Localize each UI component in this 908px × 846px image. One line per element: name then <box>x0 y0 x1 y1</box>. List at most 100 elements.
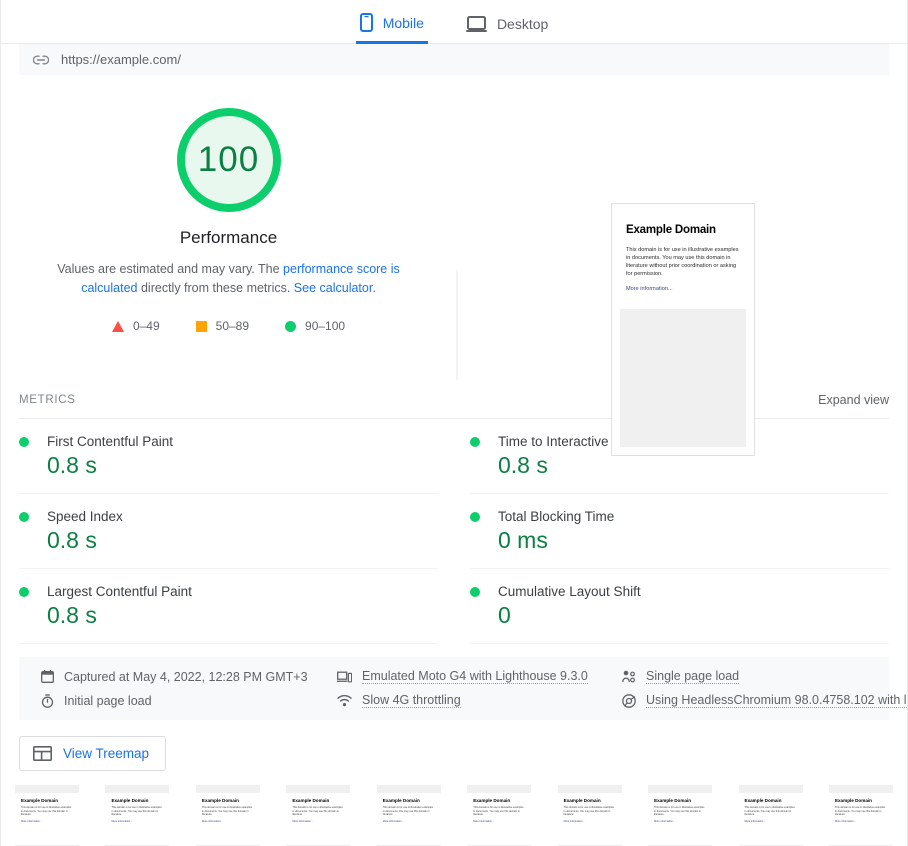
preview-link: More information... <box>626 286 673 292</box>
url-bar[interactable]: https://example.com/ <box>19 44 889 75</box>
tab-mobile[interactable]: Mobile <box>355 13 428 44</box>
filmstrip: Example Domain This domain is for use in … <box>1 785 907 846</box>
meta-emulated-device[interactable]: Emulated Moto G4 with Lighthouse 9.3.0 <box>337 669 622 684</box>
metric-value: 0 <box>498 602 511 628</box>
metric-total-blocking-time[interactable]: Total Blocking Time 0 ms <box>470 494 889 569</box>
filmstrip-frame-link: More information... <box>292 819 314 823</box>
filmstrip-frame-heading: Example Domain <box>292 798 330 803</box>
filmstrip-frame-link: More information... <box>21 819 42 823</box>
view-treemap-label: View Treemap <box>63 746 150 761</box>
filmstrip-frame: Example Domain This domain is for use in … <box>648 785 713 846</box>
score-section: 100 Performance Values are estimated and… <box>1 75 907 456</box>
filmstrip-frame: Example Domain This domain is for use in … <box>15 785 79 846</box>
legend-label-average: 50–89 <box>215 319 250 333</box>
metric-name: First Contentful Paint <box>47 434 174 449</box>
filmstrip-frame-card: Example Domain This domain is for use in … <box>105 793 170 845</box>
expand-view-toggle[interactable]: Expand view <box>818 393 889 407</box>
filmstrip-frame-heading: Example Domain <box>382 798 420 803</box>
filmstrip-frame-body: This domain is for use in illustrative e… <box>563 806 614 817</box>
score-description-part2: directly from these metrics. <box>137 281 294 295</box>
metric-first-contentful-paint[interactable]: First Contentful Paint 0.8 s <box>19 419 438 494</box>
metrics-header: METRICS Expand view <box>19 393 889 419</box>
preview-body: This domain is for use in illustrative e… <box>626 247 739 277</box>
filmstrip-frame-card: Example Domain This domain is for use in … <box>15 793 79 845</box>
filmstrip-frame-link: More information... <box>111 819 133 823</box>
filmstrip-frame: Example Domain This domain is for use in … <box>195 785 260 846</box>
metric-speed-index[interactable]: Speed Index 0.8 s <box>19 494 438 569</box>
metric-name: Speed Index <box>47 509 123 524</box>
filmstrip-frame: Example Domain This domain is for use in … <box>467 785 532 846</box>
tab-mobile-label: Mobile <box>382 14 424 31</box>
score-description: Values are estimated and may vary. The p… <box>40 260 418 298</box>
url-text: https://example.com/ <box>61 52 181 67</box>
meta-page-load-type[interactable]: Single page load <box>622 669 907 684</box>
legend-label-fail: 0–49 <box>132 319 160 333</box>
metrics-grid: First Contentful Paint 0.8 s Time to Int… <box>19 419 889 644</box>
filmstrip-frame-body: This domain is for use in illustrative e… <box>21 806 72 817</box>
filmstrip-frame-heading: Example Domain <box>21 798 59 803</box>
metric-value: 0.8 s <box>498 452 548 478</box>
filmstrip-frame-link: More information... <box>834 819 856 823</box>
filmstrip-frame-link: More information... <box>563 819 585 823</box>
metric-value: 0 ms <box>498 527 548 553</box>
lighthouse-report: Mobile Desktop https://example.com/ 100 … <box>0 0 908 846</box>
environment-metadata: Captured at May 4, 2022, 12:28 PM GMT+3 … <box>19 657 907 720</box>
filmstrip-frame: Example Domain This domain is for use in … <box>557 785 622 846</box>
filmstrip-frame-body: This domain is for use in illustrative e… <box>382 806 434 817</box>
metric-name: Time to Interactive <box>498 434 609 449</box>
status-circle-icon <box>19 511 29 522</box>
filmstrip-frame-heading: Example Domain <box>201 798 239 803</box>
filmstrip-frame-link: More information... <box>382 819 404 823</box>
status-circle-icon <box>470 436 480 447</box>
section-divider <box>456 270 458 380</box>
see-calculator-link[interactable]: See calculator. <box>294 281 376 295</box>
filmstrip-frame-heading: Example Domain <box>473 798 511 803</box>
filmstrip-frame-card: Example Domain This domain is for use in … <box>828 793 893 845</box>
filmstrip-frame-card: Example Domain This domain is for use in … <box>376 793 441 845</box>
filmstrip-frame: Example Domain This domain is for use in … <box>286 785 351 846</box>
filmstrip-frame-heading: Example Domain <box>654 798 692 803</box>
meta-captured-at: Captured at May 4, 2022, 12:28 PM GMT+3 <box>41 669 337 684</box>
link-icon <box>33 55 49 65</box>
meta-user-agent[interactable]: Using HeadlessChromium 98.0.4758.102 wit… <box>622 693 907 708</box>
meta-text: Initial page load <box>64 693 152 708</box>
filmstrip-frame: Example Domain This domain is for use in … <box>105 785 170 846</box>
meta-initial-page-load: Initial page load <box>41 693 337 708</box>
meta-network-throttling[interactable]: Slow 4G throttling <box>337 693 622 708</box>
desktop-icon <box>465 16 487 32</box>
final-screenshot-preview: Example Domain This domain is for use in… <box>611 203 755 456</box>
filmstrip-frame-body: This domain is for use in illustrative e… <box>292 806 343 817</box>
preview-placeholder-block <box>620 309 746 447</box>
metric-name: Total Blocking Time <box>498 509 615 524</box>
meta-text: Captured at May 4, 2022, 12:28 PM GMT+3 <box>64 669 308 684</box>
meta-text: Slow 4G throttling <box>362 693 461 708</box>
status-circle-icon <box>470 511 480 522</box>
filmstrip-frame-card: Example Domain This domain is for use in … <box>286 793 351 845</box>
treemap-row: View Treemap <box>19 736 889 771</box>
mobile-icon <box>359 13 373 32</box>
filmstrip-frame-heading: Example Domain <box>834 798 872 803</box>
status-circle-icon <box>19 586 29 597</box>
meta-text: Using HeadlessChromium 98.0.4758.102 wit… <box>646 693 907 708</box>
meta-text: Single page load <box>646 669 740 684</box>
devices-icon <box>337 671 352 683</box>
metric-largest-contentful-paint[interactable]: Largest Contentful Paint 0.8 s <box>19 569 438 644</box>
legend-item-pass: 90–100 <box>285 319 345 333</box>
view-treemap-button[interactable]: View Treemap <box>19 736 167 771</box>
filmstrip-frame-link: More information... <box>201 819 223 823</box>
filmstrip-frame-link: More information... <box>654 819 675 823</box>
filmstrip-frame-body: This domain is for use in illustrative e… <box>834 806 886 817</box>
filmstrip-frame-link: More information... <box>744 819 766 823</box>
metric-cumulative-layout-shift[interactable]: Cumulative Layout Shift 0 <box>470 569 889 644</box>
filmstrip-frame-body: This domain is for use in illustrative e… <box>473 806 524 817</box>
page-load-icon <box>622 670 636 683</box>
filmstrip-frame-heading: Example Domain <box>563 798 601 803</box>
tab-desktop[interactable]: Desktop <box>462 16 552 44</box>
filmstrip-frame-card: Example Domain This domain is for use in … <box>738 793 803 845</box>
filmstrip-frame: Example Domain This domain is for use in … <box>376 785 441 846</box>
metric-value: 0.8 s <box>47 452 97 478</box>
network-icon <box>337 694 352 707</box>
filmstrip-frame-card: Example Domain This domain is for use in … <box>195 793 260 845</box>
performance-gauge[interactable]: 100 <box>176 108 281 212</box>
tab-desktop-label: Desktop <box>496 16 549 32</box>
